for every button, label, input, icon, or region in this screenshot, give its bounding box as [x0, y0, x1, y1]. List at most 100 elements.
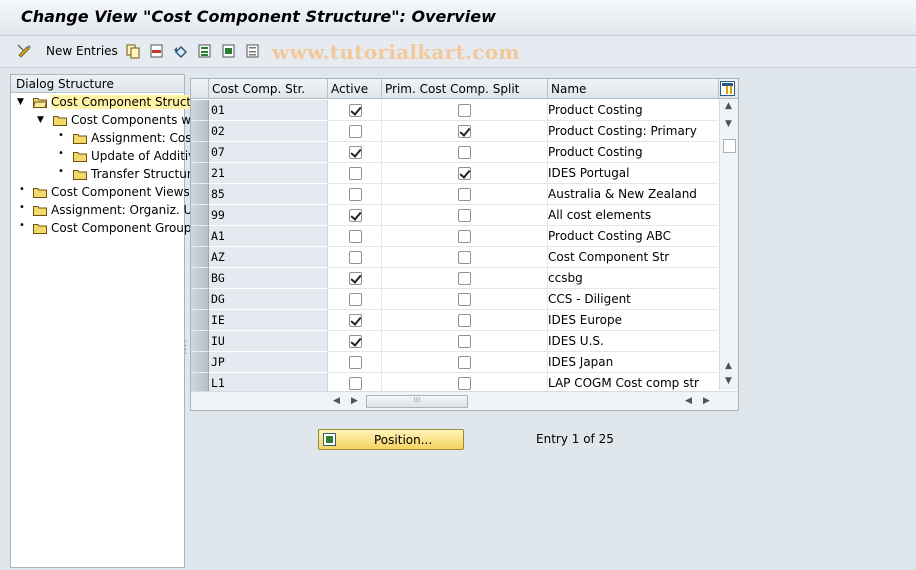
- vertical-scroll-thumb[interactable]: [723, 139, 736, 153]
- tree-item-label: Assignment: Cost: [91, 131, 197, 145]
- prim-cost-comp-split-checkbox[interactable]: [458, 314, 471, 327]
- select-block-icon[interactable]: [221, 43, 237, 59]
- active-checkbox[interactable]: [349, 188, 362, 201]
- copy-icon[interactable]: [125, 43, 141, 59]
- row-selector[interactable]: [191, 184, 209, 205]
- prim-cost-comp-split-checkbox[interactable]: [458, 188, 471, 201]
- cell-cost-comp-str: 99: [209, 205, 328, 226]
- prim-cost-comp-split-checkbox[interactable]: [458, 209, 471, 222]
- row-selector[interactable]: [191, 289, 209, 310]
- table-row: JP IDES Japan: [191, 352, 718, 373]
- prim-cost-comp-split-checkbox[interactable]: [458, 356, 471, 369]
- cell-prim-cost-comp-split: [382, 142, 548, 163]
- scroll-left-icon[interactable]: ◀: [333, 396, 340, 406]
- prim-cost-comp-split-checkbox[interactable]: [458, 230, 471, 243]
- row-selector[interactable]: [191, 352, 209, 373]
- scroll-far-left-icon[interactable]: ◀: [685, 396, 692, 406]
- row-selector[interactable]: [191, 121, 209, 142]
- column-header-name[interactable]: Name: [548, 79, 719, 99]
- cell-active: [328, 226, 382, 247]
- active-checkbox[interactable]: [349, 209, 362, 222]
- cell-cost-comp-str: 01: [209, 100, 328, 121]
- bullet-icon: •: [58, 148, 64, 159]
- cell-active: [328, 142, 382, 163]
- table-row: IE IDES Europe: [191, 310, 718, 331]
- row-selector[interactable]: [191, 247, 209, 268]
- pane-splitter-handle[interactable]: ....: [184, 335, 187, 357]
- prim-cost-comp-split-checkbox[interactable]: [458, 167, 471, 180]
- scroll-down-icon[interactable]: ▼: [725, 119, 732, 129]
- row-selector[interactable]: [191, 163, 209, 184]
- column-header-prim-cost-comp-split[interactable]: Prim. Cost Comp. Split: [382, 79, 548, 99]
- folder-icon: [73, 152, 87, 162]
- row-selector[interactable]: [191, 331, 209, 352]
- horizontal-scroll-thumb[interactable]: ⁞⁞⁞: [366, 395, 468, 408]
- active-checkbox[interactable]: [349, 356, 362, 369]
- row-selector[interactable]: [191, 205, 209, 226]
- table-row: AZ Cost Component Str: [191, 247, 718, 268]
- edit-glasses-icon[interactable]: [17, 43, 33, 59]
- position-button-label: Position...: [374, 433, 433, 447]
- table-settings-icon[interactable]: [720, 81, 735, 96]
- cell-prim-cost-comp-split: [382, 226, 548, 247]
- active-checkbox[interactable]: [349, 293, 362, 306]
- table-row: BG ccsbg: [191, 268, 718, 289]
- cell-cost-comp-str: 21: [209, 163, 328, 184]
- row-selector[interactable]: [191, 142, 209, 163]
- select-all-rows-cell[interactable]: [191, 79, 209, 99]
- active-checkbox[interactable]: [349, 230, 362, 243]
- horizontal-scrollbar[interactable]: ◀ ▶ ⁞⁞⁞ ◀ ▶: [191, 391, 738, 410]
- bullet-icon: •: [19, 220, 25, 231]
- dialog-structure-pane: Dialog Structure ▼ Cost Component Struct…: [10, 74, 200, 568]
- row-selector[interactable]: [191, 226, 209, 247]
- row-selector[interactable]: [191, 100, 209, 121]
- active-checkbox[interactable]: [349, 251, 362, 264]
- scroll-page-up-icon[interactable]: ▲: [725, 361, 732, 371]
- expand-triangle-icon[interactable]: ▼: [37, 115, 44, 125]
- cell-name: IDES U.S.: [548, 331, 718, 352]
- row-selector[interactable]: [191, 310, 209, 331]
- tree-item-label: Transfer Structur: [91, 167, 192, 181]
- folder-icon: [33, 224, 47, 234]
- scroll-page-down-icon[interactable]: ▼: [725, 376, 732, 386]
- deselect-all-icon[interactable]: [245, 43, 261, 59]
- position-button[interactable]: Position...: [318, 429, 464, 450]
- active-checkbox[interactable]: [349, 167, 362, 180]
- cell-prim-cost-comp-split: [382, 121, 548, 142]
- prim-cost-comp-split-checkbox[interactable]: [458, 335, 471, 348]
- undo-icon[interactable]: [173, 43, 189, 59]
- scroll-far-right-icon[interactable]: ▶: [703, 396, 710, 406]
- delete-icon[interactable]: [149, 43, 165, 59]
- new-entries-button[interactable]: New Entries: [46, 44, 118, 58]
- expand-triangle-icon[interactable]: ▼: [17, 97, 24, 107]
- active-checkbox[interactable]: [349, 335, 362, 348]
- prim-cost-comp-split-checkbox[interactable]: [458, 104, 471, 117]
- folder-icon: [33, 188, 47, 198]
- active-checkbox[interactable]: [349, 272, 362, 285]
- active-checkbox[interactable]: [349, 146, 362, 159]
- scroll-right-icon[interactable]: ▶: [351, 396, 358, 406]
- prim-cost-comp-split-checkbox[interactable]: [458, 272, 471, 285]
- prim-cost-comp-split-checkbox[interactable]: [458, 251, 471, 264]
- column-header-active[interactable]: Active: [328, 79, 382, 99]
- prim-cost-comp-split-checkbox[interactable]: [458, 293, 471, 306]
- scroll-up-icon[interactable]: ▲: [725, 101, 732, 111]
- prim-cost-comp-split-checkbox[interactable]: [458, 377, 471, 390]
- prim-cost-comp-split-checkbox[interactable]: [458, 146, 471, 159]
- table-row: 99 All cost elements: [191, 205, 718, 226]
- entry-count-text: Entry 1 of 25: [536, 432, 614, 446]
- active-checkbox[interactable]: [349, 104, 362, 117]
- active-checkbox[interactable]: [349, 125, 362, 138]
- cell-prim-cost-comp-split: [382, 331, 548, 352]
- vertical-scrollbar[interactable]: ▲ ▼ ▲ ▼: [719, 99, 738, 390]
- prim-cost-comp-split-checkbox[interactable]: [458, 125, 471, 138]
- table-row: DG CCS - Diligent: [191, 289, 718, 310]
- select-all-icon[interactable]: [197, 43, 213, 59]
- column-header-cost-comp-str[interactable]: Cost Comp. Str.: [209, 79, 328, 99]
- active-checkbox[interactable]: [349, 377, 362, 390]
- table-header: Cost Comp. Str. Active Prim. Cost Comp. …: [191, 79, 738, 99]
- cell-name: CCS - Diligent: [548, 289, 718, 310]
- active-checkbox[interactable]: [349, 314, 362, 327]
- tree-item-label: Assignment: Organiz. Un: [51, 203, 200, 217]
- row-selector[interactable]: [191, 268, 209, 289]
